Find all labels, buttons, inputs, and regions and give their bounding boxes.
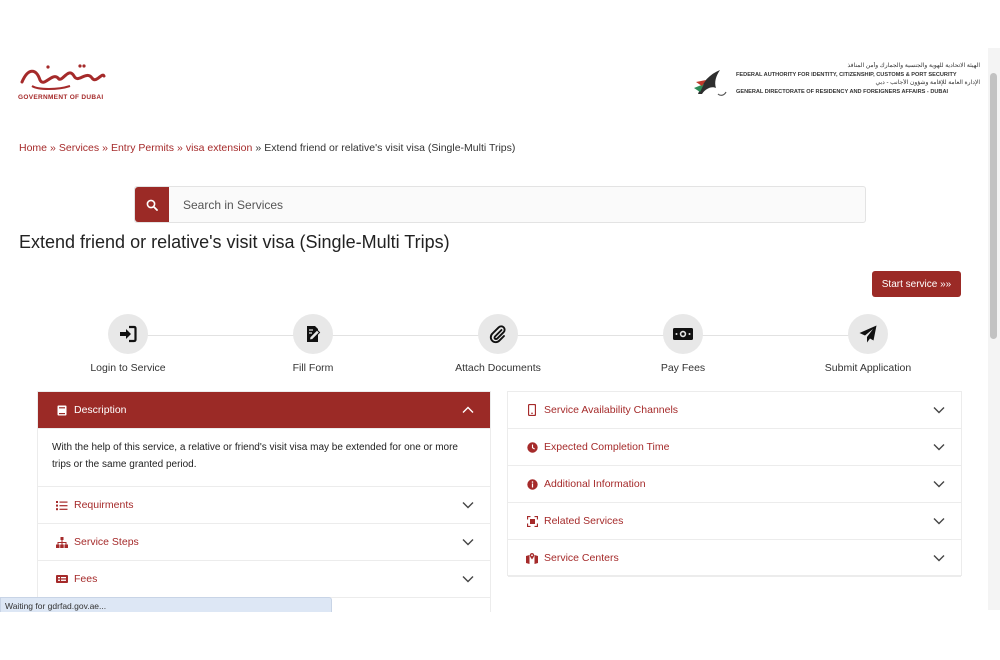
accordion-service-steps[interactable]: Service Steps — [38, 524, 490, 561]
mobile-icon — [526, 404, 538, 416]
chevron-down-icon — [933, 407, 945, 414]
authority-name-arabic-2: الإدارة العامة للإقامة وشؤون الأجانب - د… — [875, 80, 980, 86]
step-label: Login to Service — [90, 362, 166, 374]
info-icon — [526, 478, 538, 490]
search-icon — [146, 199, 158, 211]
chevron-down-icon — [462, 502, 474, 509]
accordion-description[interactable]: Description — [38, 392, 490, 429]
accordion-additional-information[interactable]: Additional Information — [508, 466, 961, 503]
step-submit-application: Submit Application — [798, 314, 938, 384]
book-icon — [56, 404, 68, 416]
search-input[interactable] — [181, 194, 845, 216]
send-icon — [859, 325, 877, 343]
page-title: Extend friend or relative's visit visa (… — [19, 232, 450, 252]
step-circle — [293, 314, 333, 354]
logo-caption: GOVERNMENT OF DUBAI — [18, 94, 104, 101]
accordion-availability-channels[interactable]: Service Availability Channels — [508, 392, 961, 429]
paperclip-icon — [489, 325, 506, 344]
browser-status-bar: Waiting for gdrfad.gov.ae... — [0, 597, 332, 613]
bottom-margin — [0, 612, 1000, 660]
accordion-requirements[interactable]: Requirments — [38, 487, 490, 524]
gdrfa-logo[interactable]: الهيئة الاتحادية للهوية والجنسية والجمار… — [690, 62, 980, 106]
chevron-down-icon — [933, 444, 945, 451]
breadcrumb-home[interactable]: Home — [19, 142, 47, 154]
step-login: Login to Service — [58, 314, 198, 384]
authority-name-arabic-1: الهيئة الاتحادية للهوية والجنسية والجمار… — [847, 63, 980, 69]
top-margin — [0, 0, 1000, 48]
falcon-emblem-icon — [694, 70, 727, 96]
chevron-down-icon — [933, 518, 945, 525]
breadcrumb-separator: » — [176, 142, 183, 154]
accordion-title: Expected Completion Time — [544, 441, 670, 453]
breadcrumb: Home» Services» Entry Permits» visa extensi… — [19, 142, 515, 154]
authority-name-english-1: FEDERAL AUTHORITY FOR IDENTITY, CITIZENS… — [736, 71, 957, 78]
step-circle — [663, 314, 703, 354]
accordion-title: Requirments — [74, 499, 134, 511]
step-label: Pay Fees — [660, 362, 706, 374]
breadcrumb-separator: » — [102, 142, 108, 154]
step-fill-form: Fill Form — [243, 314, 383, 384]
breadcrumb-separator: » — [255, 142, 262, 154]
start-service-button[interactable]: Start service »» — [872, 271, 961, 297]
step-circle — [478, 314, 518, 354]
service-search — [134, 186, 866, 223]
accordion-related-services[interactable]: Related Services — [508, 503, 961, 540]
chevron-down-icon — [462, 539, 474, 546]
list-icon — [56, 499, 68, 511]
accordion-fees[interactable]: Fees — [38, 561, 490, 598]
step-label: Fill Form — [292, 362, 334, 374]
sitemap-icon — [56, 536, 68, 548]
receipt-icon — [56, 573, 68, 585]
page-scrollbar-thumb[interactable] — [990, 73, 997, 339]
form-icon — [307, 326, 321, 342]
breadcrumb-separator: » — [50, 142, 56, 154]
chevron-down-icon — [933, 481, 945, 488]
accordion-title: Service Steps — [74, 536, 139, 548]
step-attach-documents: Attach Documents — [428, 314, 568, 384]
chevron-down-icon — [462, 576, 474, 583]
chevron-up-icon — [462, 406, 474, 413]
breadcrumb-current: Extend friend or relative's visit visa (… — [264, 142, 516, 154]
step-label: Attach Documents — [455, 362, 541, 374]
step-pay-fees: Pay Fees — [613, 314, 753, 384]
description-text: With the help of this service, a relativ… — [38, 429, 490, 487]
accordion-title: Fees — [74, 573, 98, 585]
step-circle — [848, 314, 888, 354]
breadcrumb-visa-extension[interactable]: visa extension — [186, 142, 253, 154]
breadcrumb-services[interactable]: Services — [59, 142, 99, 154]
service-info-accordion: Service Availability Channels Expected C… — [507, 391, 962, 577]
map-marker-icon — [526, 552, 538, 564]
breadcrumb-entry-permits[interactable]: Entry Permits — [111, 142, 174, 154]
accordion-title: Service Centers — [544, 552, 619, 564]
money-icon — [673, 328, 693, 340]
chevron-down-icon — [933, 555, 945, 562]
accordion-title: Related Services — [544, 515, 624, 527]
step-label: Submit Application — [824, 362, 912, 374]
accordion-title: Description — [74, 404, 127, 416]
accordion-service-centers[interactable]: Service Centers — [508, 540, 961, 577]
government-of-dubai-logo[interactable]: GOVERNMENT OF DUBAI — [18, 62, 108, 104]
expand-icon — [526, 515, 538, 527]
search-button[interactable] — [135, 187, 169, 222]
authority-name-english-2: GENERAL DIRECTORATE OF RESIDENCY AND FOR… — [736, 88, 949, 95]
dubai-calligraphy-icon — [20, 64, 106, 90]
accordion-completion-time[interactable]: Expected Completion Time — [508, 429, 961, 466]
authority-name: الهيئة الاتحادية للهوية والجنسية والجمار… — [736, 62, 980, 96]
clock-icon — [526, 441, 538, 453]
login-icon — [120, 325, 137, 343]
accordion-title: Service Availability Channels — [544, 404, 679, 416]
step-circle — [108, 314, 148, 354]
accordion-title: Additional Information — [544, 478, 646, 490]
service-details-accordion: Description With the help of this servic… — [37, 391, 491, 613]
